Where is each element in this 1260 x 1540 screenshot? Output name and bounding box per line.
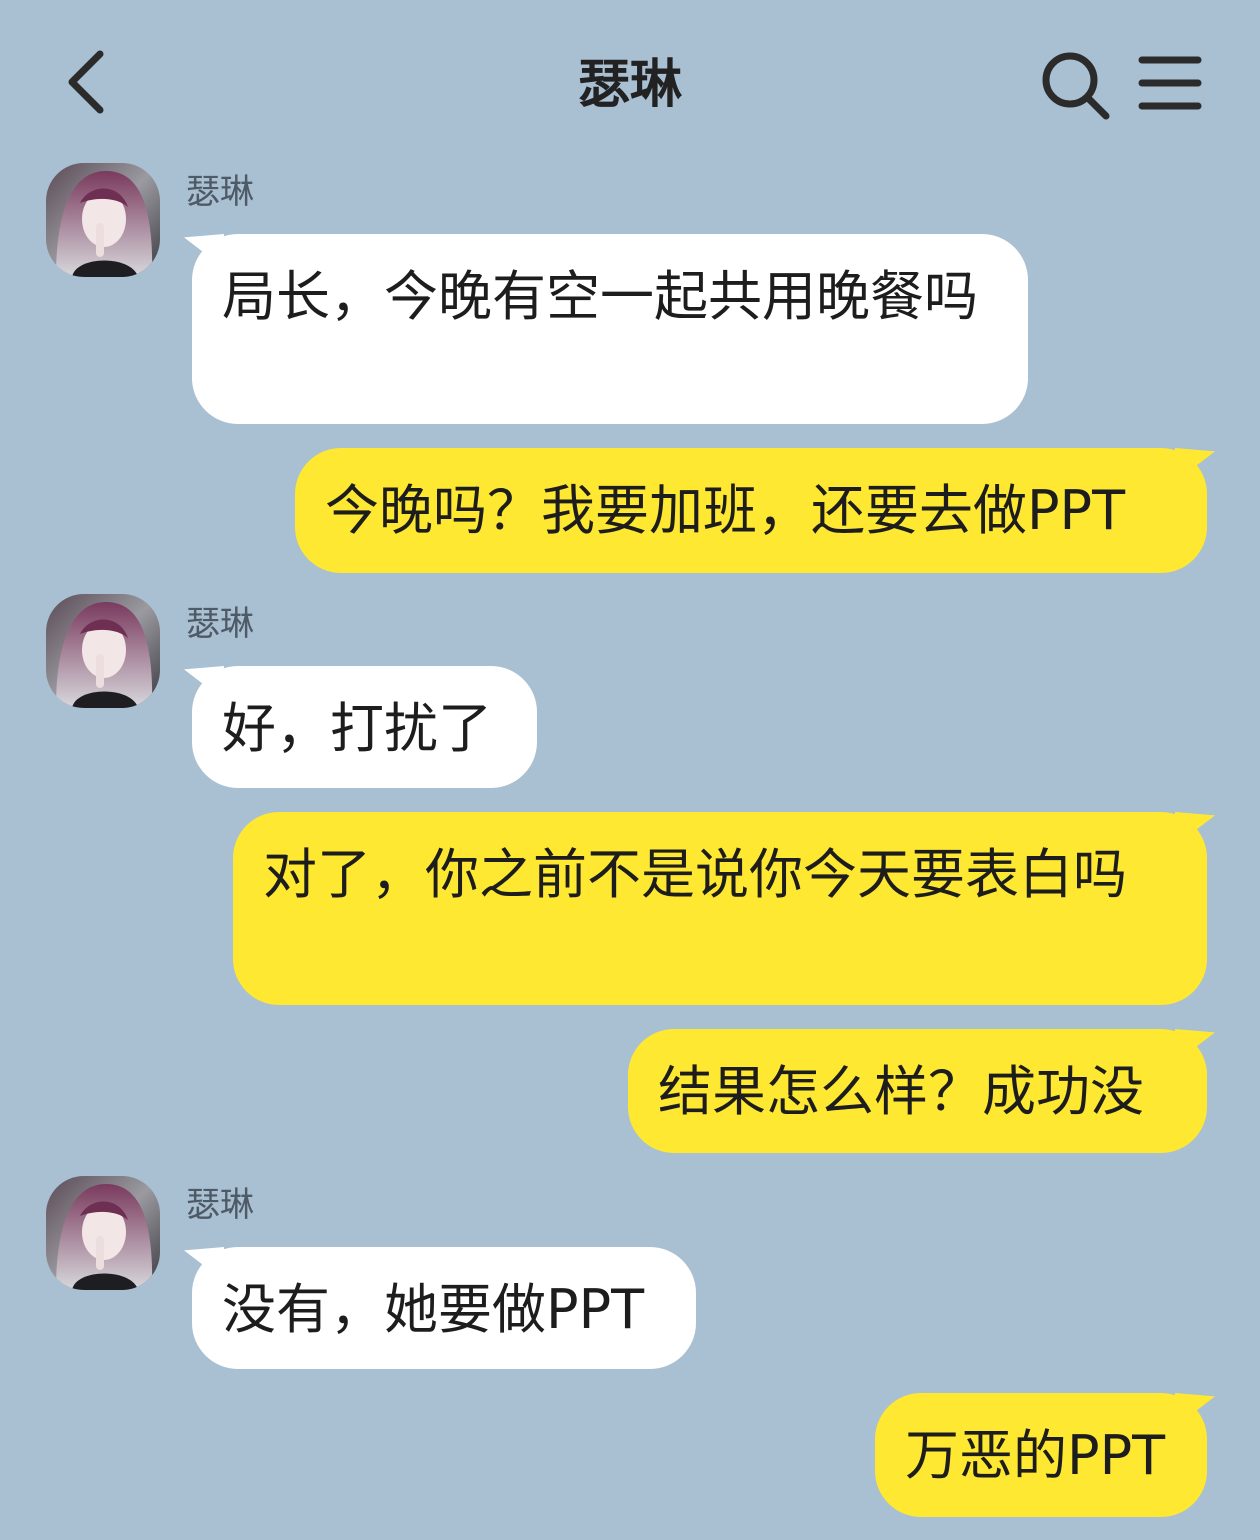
message-bubble-incoming[interactable]: 好，打扰了 (192, 666, 537, 788)
contact-avatar[interactable] (46, 594, 160, 708)
message-bubble-incoming[interactable]: 没有，她要做PPT (192, 1247, 696, 1369)
message-bubble-outgoing[interactable]: 对了，你之前不是说你今天要表白吗 (233, 812, 1207, 1005)
hamburger-menu-icon (1138, 56, 1202, 110)
avatar-image (46, 163, 160, 277)
sender-name: 瑟琳 (186, 172, 254, 212)
contact-avatar[interactable] (46, 1176, 160, 1290)
avatar-image (46, 594, 160, 708)
sender-name: 瑟琳 (186, 1185, 254, 1225)
search-icon (1042, 52, 1110, 120)
avatar-image (46, 1176, 160, 1290)
message-bubble-incoming[interactable]: 局长，今晚有空一起共用晚餐吗 (192, 234, 1028, 424)
menu-button[interactable] (1136, 50, 1206, 120)
message-bubble-outgoing[interactable]: 万恶的PPT (875, 1393, 1207, 1517)
chat-header: 瑟琳 (0, 0, 1260, 160)
message-bubble-outgoing[interactable]: 今晚吗？我要加班，还要去做PPT (295, 448, 1207, 573)
contact-avatar[interactable] (46, 163, 160, 277)
sender-name: 瑟琳 (186, 604, 254, 644)
search-button[interactable] (1036, 46, 1116, 126)
message-bubble-outgoing[interactable]: 结果怎么样？成功没 (628, 1029, 1207, 1153)
